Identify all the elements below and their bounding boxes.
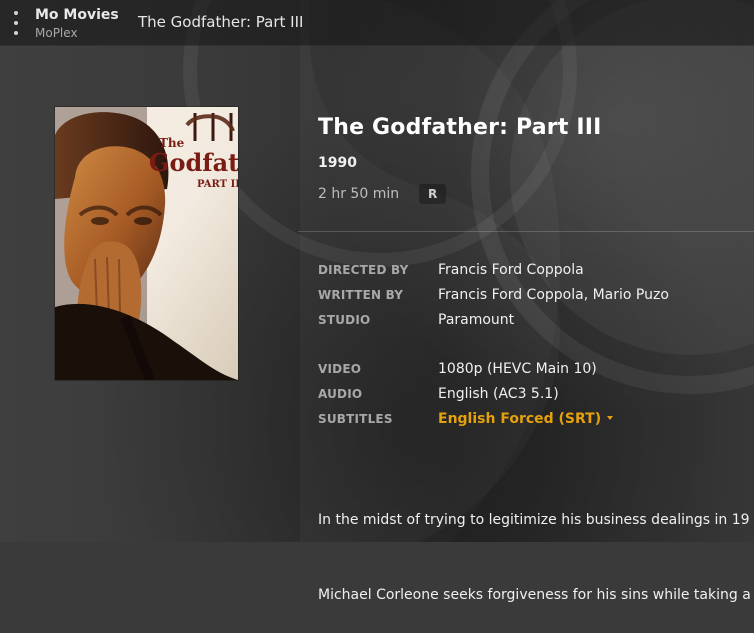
directed-by-label: DIRECTED BY: [318, 262, 409, 277]
movie-summary: In the midst of trying to legitimize his…: [318, 458, 754, 633]
section-divider: [298, 231, 754, 232]
directed-by-row: DIRECTED BY Francis Ford Coppola: [318, 257, 754, 282]
movie-year: 1990: [318, 155, 357, 171]
audio-label: AUDIO: [318, 386, 363, 401]
summary-line-2: Michael Corleone seeks forgiveness for h…: [318, 587, 751, 603]
poster-art: The Godfather PART III: [55, 107, 238, 380]
server-name: Mo Movies: [35, 7, 119, 23]
movie-poster[interactable]: The Godfather PART III: [55, 107, 238, 380]
audio-value[interactable]: English (AC3 5.1): [438, 386, 559, 402]
subtitles-dropdown[interactable]: English Forced (SRT): [438, 410, 614, 427]
directed-by-value[interactable]: Francis Ford Coppola: [438, 262, 584, 278]
movie-runtime: 2 hr 50 min: [318, 186, 400, 202]
subtitles-row: SUBTITLES English Forced (SRT): [318, 406, 754, 431]
movie-title: The Godfather: Part III: [318, 115, 602, 140]
poster-title-main: Godfather: [149, 148, 238, 177]
poster-title-part: PART III: [197, 179, 238, 190]
video-label: VIDEO: [318, 361, 362, 376]
studio-label: STUDIO: [318, 312, 371, 327]
subtitles-label: SUBTITLES: [318, 411, 393, 426]
video-row: VIDEO 1080p (HEVC Main 10): [318, 356, 754, 381]
top-bar: Mo Movies MoPlex The Godfather: Part III: [0, 0, 754, 46]
caret-down-icon: [607, 415, 614, 420]
kebab-dot: [14, 11, 18, 15]
content-rating-badge: R: [419, 184, 447, 204]
audio-row: AUDIO English (AC3 5.1): [318, 381, 754, 406]
studio-value[interactable]: Paramount: [438, 312, 514, 328]
kebab-dot: [14, 21, 18, 25]
breadcrumb: The Godfather: Part III: [138, 13, 304, 31]
studio-row: STUDIO Paramount: [318, 307, 754, 332]
media-info-section: VIDEO 1080p (HEVC Main 10) AUDIO English…: [318, 356, 754, 431]
subtitles-value: English Forced (SRT): [438, 410, 602, 427]
server-selector[interactable]: Mo Movies MoPlex: [35, 7, 119, 41]
server-subtitle: MoPlex: [35, 26, 78, 40]
more-options-icon[interactable]: [10, 11, 22, 35]
video-value: 1080p (HEVC Main 10): [438, 360, 597, 377]
written-by-row: WRITTEN BY Francis Ford Coppola, Mario P…: [318, 282, 754, 307]
written-by-label: WRITTEN BY: [318, 287, 404, 302]
kebab-dot: [14, 31, 18, 35]
summary-line-1: In the midst of trying to legitimize his…: [318, 512, 750, 528]
credits-section: DIRECTED BY Francis Ford Coppola WRITTEN…: [318, 257, 754, 332]
written-by-value[interactable]: Francis Ford Coppola, Mario Puzo: [438, 287, 669, 303]
